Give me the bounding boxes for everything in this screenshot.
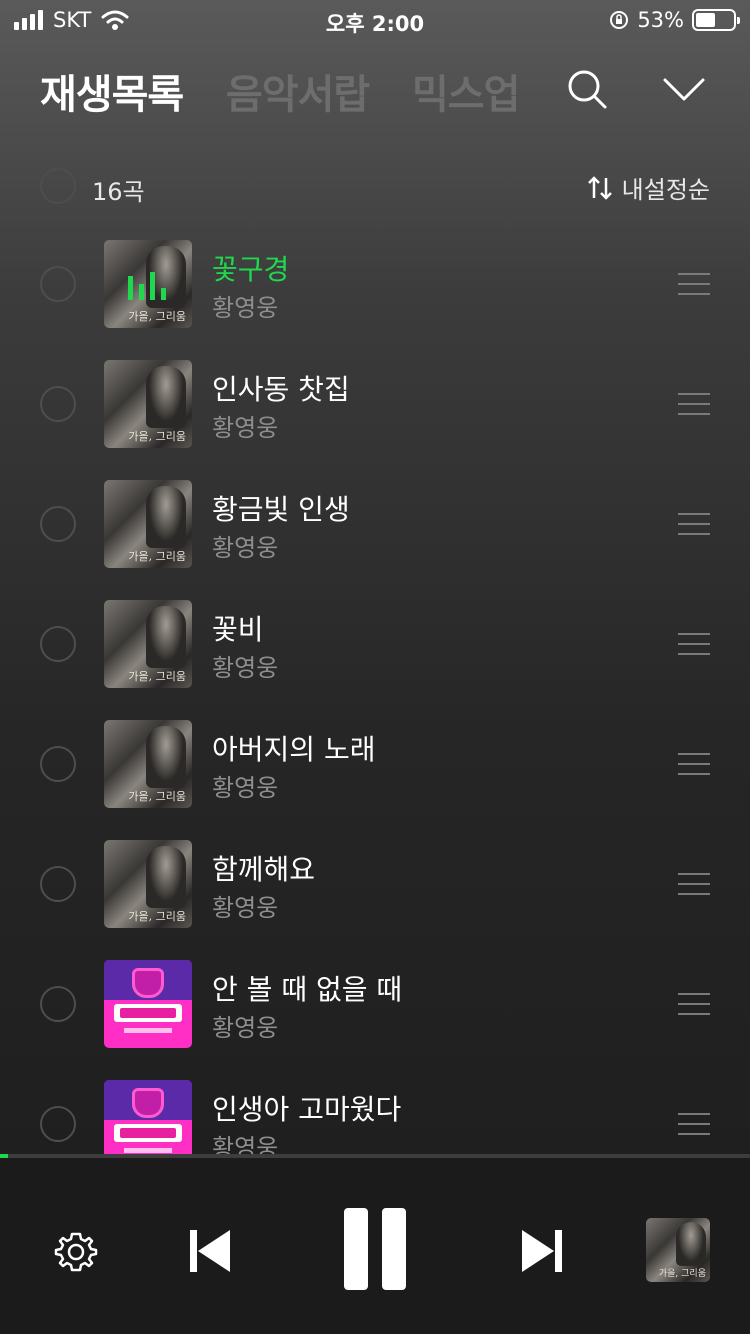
track-select-checkbox[interactable]: [40, 866, 76, 902]
battery-icon: [692, 9, 740, 31]
tab-music-drawer[interactable]: 음악서랍: [226, 62, 370, 120]
track-title: 함께해요: [212, 853, 316, 886]
track-artist: 황영웅: [212, 654, 279, 682]
track-title: 꽃비: [212, 613, 264, 646]
track-title: 인사동 찻집: [212, 373, 350, 406]
drag-handle-icon[interactable]: [678, 753, 710, 775]
track-select-checkbox[interactable]: [40, 626, 76, 662]
drag-handle-icon[interactable]: [678, 393, 710, 415]
track-count: 16곡: [92, 178, 145, 206]
drag-handle-icon[interactable]: [678, 633, 710, 655]
track-row[interactable]: 안 볼 때 없을 때황영웅: [0, 960, 750, 1080]
rotation-lock-icon: [610, 11, 629, 29]
pause-bar-right: [382, 1208, 406, 1290]
album-art: 가을, 그리움: [104, 480, 192, 568]
list-header: 16곡 내설정순: [40, 168, 710, 208]
album-art-caption: 가을, 그리움: [658, 1269, 706, 1279]
pause-button[interactable]: [338, 1208, 414, 1292]
header: 재생목록 음악서랍 믹스업: [40, 62, 710, 122]
track-select-checkbox[interactable]: [40, 746, 76, 782]
sort-icon: [587, 175, 612, 200]
drag-handle-icon[interactable]: [678, 1113, 710, 1135]
track-select-checkbox[interactable]: [40, 386, 76, 422]
album-art-figure: [146, 726, 186, 788]
track-row[interactable]: 가을, 그리움 꽃비황영웅: [0, 600, 750, 720]
player-bar: 가을, 그리움: [0, 1158, 750, 1334]
track-artist: 황영웅: [212, 414, 279, 442]
track-select-checkbox[interactable]: [40, 986, 76, 1022]
sort-button[interactable]: 내설정순: [586, 170, 710, 205]
track-title: 꽃구경: [212, 253, 290, 286]
album-art-subtitle: [124, 1148, 172, 1153]
track-artist: 황영웅: [212, 894, 279, 922]
drag-handle-icon[interactable]: [678, 273, 710, 295]
track-artist: 황영웅: [212, 1014, 279, 1042]
album-art-figure: [146, 366, 186, 428]
track-artist: 황영웅: [212, 774, 279, 802]
drag-handle-icon[interactable]: [678, 873, 710, 895]
album-art-caption: 가을, 그리움: [128, 550, 186, 563]
track-title: 아버지의 노래: [212, 733, 376, 766]
settings-gear-icon[interactable]: [52, 1228, 100, 1276]
pause-bar-left: [344, 1208, 368, 1290]
track-title: 인생아 고마웠다: [212, 1093, 402, 1126]
album-art-subtitle: [124, 1028, 172, 1033]
track-row[interactable]: 가을, 그리움 아버지의 노래황영웅: [0, 720, 750, 840]
track-select-checkbox[interactable]: [40, 1106, 76, 1142]
track-artist: 황영웅: [212, 1134, 279, 1154]
album-art: 가을, 그리움: [104, 840, 192, 928]
drag-handle-icon[interactable]: [678, 513, 710, 535]
tab-playlist[interactable]: 재생목록: [40, 62, 184, 120]
battery-percent: 53%: [637, 8, 684, 32]
track-title: 황금빛 인생: [212, 493, 350, 526]
chevron-down-icon[interactable]: [662, 70, 706, 110]
album-art-logo: [132, 1088, 164, 1118]
tab-mixup[interactable]: 믹스업: [412, 62, 520, 120]
next-track-icon[interactable]: [518, 1226, 568, 1276]
track-artist: 황영웅: [212, 534, 279, 562]
track-select-checkbox[interactable]: [40, 266, 76, 302]
track-row[interactable]: 가을, 그리움 황금빛 인생황영웅: [0, 480, 750, 600]
album-art: 가을, 그리움: [104, 360, 192, 448]
now-playing-equalizer-icon: [128, 270, 166, 300]
track-artist: 황영웅: [212, 294, 279, 322]
album-art-caption: 가을, 그리움: [128, 790, 186, 803]
search-icon[interactable]: [566, 68, 608, 110]
album-art-figure: [676, 1222, 706, 1266]
status-bar: SKT 오후 2:00 53%: [0, 0, 750, 40]
album-art: [104, 960, 192, 1048]
album-art-figure: [146, 846, 186, 908]
album-art-title-plate: [114, 1124, 182, 1142]
album-art: [104, 1080, 192, 1154]
album-art-figure: [146, 486, 186, 548]
now-playing-album-art[interactable]: 가을, 그리움: [646, 1218, 710, 1282]
select-all-checkbox[interactable]: [40, 168, 76, 204]
album-art-caption: 가을, 그리움: [128, 430, 186, 443]
track-row[interactable]: 인생아 고마웠다황영웅: [0, 1080, 750, 1154]
track-row[interactable]: 가을, 그리움 함께해요황영웅: [0, 840, 750, 960]
track-row[interactable]: 가을, 그리움 인사동 찻집황영웅: [0, 360, 750, 480]
album-art-caption: 가을, 그리움: [128, 670, 186, 683]
album-art: 가을, 그리움: [104, 600, 192, 688]
album-art: 가을, 그리움: [104, 240, 192, 328]
drag-handle-icon[interactable]: [678, 993, 710, 1015]
track-title: 안 볼 때 없을 때: [212, 973, 403, 1006]
track-select-checkbox[interactable]: [40, 506, 76, 542]
album-art-caption: 가을, 그리움: [128, 310, 186, 323]
track-row[interactable]: 가을, 그리움 꽃구경황영웅: [0, 240, 750, 360]
album-art-logo: [132, 968, 164, 998]
previous-track-icon[interactable]: [184, 1226, 234, 1276]
sort-label: 내설정순: [621, 176, 710, 204]
album-art-figure: [146, 606, 186, 668]
album-art: 가을, 그리움: [104, 720, 192, 808]
track-list: 가을, 그리움 꽃구경 황영웅 가을, 그리움 인사동 찻집 황영웅 가을, 그리움 황금빛 …: [0, 240, 750, 1154]
album-art-title-plate: [114, 1004, 182, 1022]
album-art-caption: 가을, 그리움: [128, 910, 186, 923]
